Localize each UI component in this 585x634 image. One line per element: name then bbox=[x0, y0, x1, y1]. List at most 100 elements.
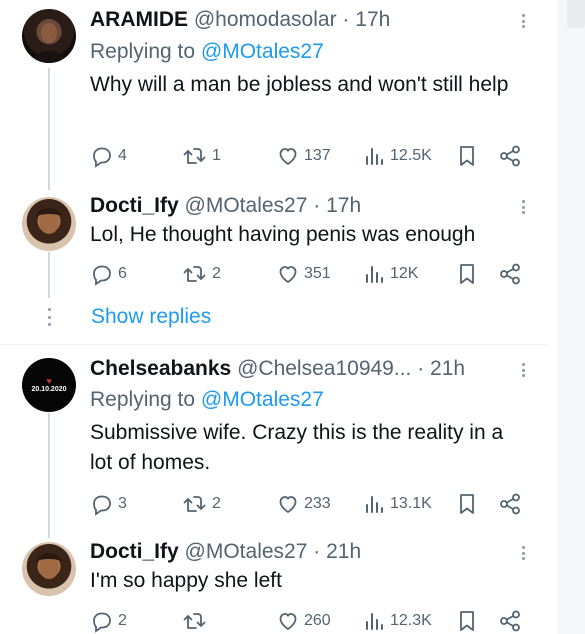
show-replies-link[interactable]: Show replies bbox=[91, 304, 211, 330]
like-button[interactable]: 233 bbox=[276, 492, 331, 516]
avatar[interactable] bbox=[22, 9, 76, 63]
avatar[interactable] bbox=[22, 197, 76, 251]
author-handle[interactable]: @Chelsea10949... bbox=[237, 357, 411, 380]
share-button[interactable] bbox=[498, 262, 522, 286]
repost-button[interactable] bbox=[182, 609, 212, 633]
author-name[interactable]: Docti_Ify bbox=[90, 540, 179, 563]
more-options-icon[interactable] bbox=[516, 11, 530, 31]
more-options-icon[interactable] bbox=[516, 543, 530, 563]
timestamp[interactable]: 21h bbox=[326, 540, 361, 563]
heart-icon bbox=[279, 496, 297, 513]
timestamp[interactable]: 21h bbox=[430, 357, 465, 380]
author-name[interactable]: Docti_Ify bbox=[90, 194, 179, 217]
replying-to: Replying to @MOtales27 bbox=[90, 387, 324, 413]
tweet-text: Submissive wife. Crazy this is the reali… bbox=[90, 421, 504, 474]
bookmark-button[interactable] bbox=[456, 144, 478, 168]
right-gutter bbox=[557, 0, 585, 634]
share-button[interactable] bbox=[498, 492, 522, 516]
reply-button[interactable]: 4 bbox=[90, 144, 127, 168]
like-button[interactable]: 260 bbox=[276, 609, 331, 633]
views-button[interactable]: 12.3K bbox=[364, 609, 432, 633]
separator-dot: · bbox=[313, 194, 321, 217]
tweet-text: Lol, He thought having penis was enough bbox=[90, 223, 476, 246]
repost-count: 2 bbox=[212, 265, 221, 282]
timestamp[interactable]: 17h bbox=[326, 194, 361, 217]
like-count: 260 bbox=[304, 612, 331, 629]
repost-icon bbox=[183, 148, 206, 164]
bookmark-button[interactable] bbox=[456, 492, 478, 516]
tweet-text: Why will a man be jobless and won't stil… bbox=[90, 73, 509, 96]
show-replies-dots bbox=[46, 308, 52, 326]
view-count: 12.3K bbox=[390, 612, 432, 629]
avatar[interactable]: ♥ 20.10.2020 bbox=[22, 358, 76, 412]
repost-count: 1 bbox=[212, 147, 221, 164]
tweet-actions: 2 260 12.3K bbox=[90, 609, 530, 633]
share-button[interactable] bbox=[498, 144, 522, 168]
like-count: 137 bbox=[304, 147, 331, 164]
view-count: 12K bbox=[390, 265, 419, 282]
author-handle[interactable]: @MOtales27 bbox=[185, 194, 308, 217]
reply-count: 3 bbox=[118, 495, 127, 512]
author-handle[interactable]: @MOtales27 bbox=[185, 540, 308, 563]
views-button[interactable]: 13.1K bbox=[364, 492, 432, 516]
views-icon bbox=[366, 496, 383, 513]
timestamp[interactable]: 17h bbox=[355, 8, 390, 31]
separator-dot: · bbox=[342, 8, 350, 31]
repost-icon bbox=[183, 266, 206, 282]
reply-icon bbox=[93, 612, 111, 633]
share-icon bbox=[500, 610, 520, 632]
tweet[interactable]: Docti_Ify @MOtales27 · 21h I'm so happy … bbox=[0, 538, 548, 634]
view-count: 12.5K bbox=[390, 147, 432, 164]
replying-to-label: Replying to bbox=[90, 40, 196, 63]
avatar-text: 20.10.2020 bbox=[31, 385, 67, 393]
bookmark-icon bbox=[460, 494, 474, 514]
share-icon bbox=[500, 493, 520, 515]
reply-button[interactable]: 6 bbox=[90, 262, 127, 286]
replying-to: Replying to @MOtales27 bbox=[90, 39, 324, 65]
tweet-actions: 3 2 233 13.1K bbox=[90, 492, 530, 516]
repost-button[interactable]: 2 bbox=[182, 262, 221, 286]
bookmark-button[interactable] bbox=[456, 262, 478, 286]
replying-to-label: Replying to bbox=[90, 388, 196, 411]
tweet[interactable]: ♥ 20.10.2020 Chelseabanks @Chelsea10949.… bbox=[0, 345, 548, 538]
bookmark-icon bbox=[460, 146, 474, 166]
author-handle[interactable]: @homodasolar bbox=[194, 8, 337, 31]
heart-icon bbox=[279, 266, 297, 283]
repost-count: 2 bbox=[212, 495, 221, 512]
reply-count: 4 bbox=[118, 147, 127, 164]
like-button[interactable]: 351 bbox=[276, 262, 331, 286]
reply-feed: ARAMIDE @homodasolar · 17h Replying to @… bbox=[0, 0, 557, 634]
replying-to-mention[interactable]: @MOtales27 bbox=[201, 40, 324, 63]
view-count: 13.1K bbox=[390, 495, 432, 512]
separator-dot: · bbox=[313, 540, 321, 563]
reply-icon bbox=[93, 147, 111, 168]
tweet[interactable]: ARAMIDE @homodasolar · 17h Replying to @… bbox=[0, 0, 548, 190]
repost-button[interactable]: 1 bbox=[182, 144, 221, 168]
author-name[interactable]: Chelseabanks bbox=[90, 357, 231, 380]
views-button[interactable]: 12.5K bbox=[364, 144, 432, 168]
reply-icon bbox=[93, 265, 111, 286]
avatar[interactable] bbox=[22, 542, 76, 596]
tweet[interactable]: Docti_Ify @MOtales27 · 17h Lol, He thoug… bbox=[0, 190, 548, 298]
repost-button[interactable]: 2 bbox=[182, 492, 221, 516]
more-options-icon[interactable] bbox=[516, 360, 530, 380]
bookmark-button[interactable] bbox=[456, 609, 478, 633]
bookmark-icon bbox=[460, 611, 474, 631]
tweet-actions: 4 1 137 12.5K bbox=[90, 144, 530, 168]
reply-button[interactable]: 2 bbox=[90, 609, 127, 633]
views-button[interactable]: 12K bbox=[364, 262, 418, 286]
like-button[interactable]: 137 bbox=[276, 144, 331, 168]
replying-to-mention[interactable]: @MOtales27 bbox=[201, 388, 324, 411]
views-icon bbox=[366, 148, 383, 165]
reply-count: 6 bbox=[118, 265, 127, 282]
more-options-icon[interactable] bbox=[516, 197, 530, 217]
author-name[interactable]: ARAMIDE bbox=[90, 8, 188, 31]
reply-icon bbox=[93, 495, 111, 516]
tweet-actions: 6 2 351 12K bbox=[90, 262, 530, 286]
reply-button[interactable]: 3 bbox=[90, 492, 127, 516]
heart-icon bbox=[279, 148, 297, 165]
share-button[interactable] bbox=[498, 609, 522, 633]
separator-dot: · bbox=[417, 357, 425, 380]
views-icon bbox=[366, 613, 383, 630]
scroll-thumb[interactable] bbox=[567, 0, 585, 28]
